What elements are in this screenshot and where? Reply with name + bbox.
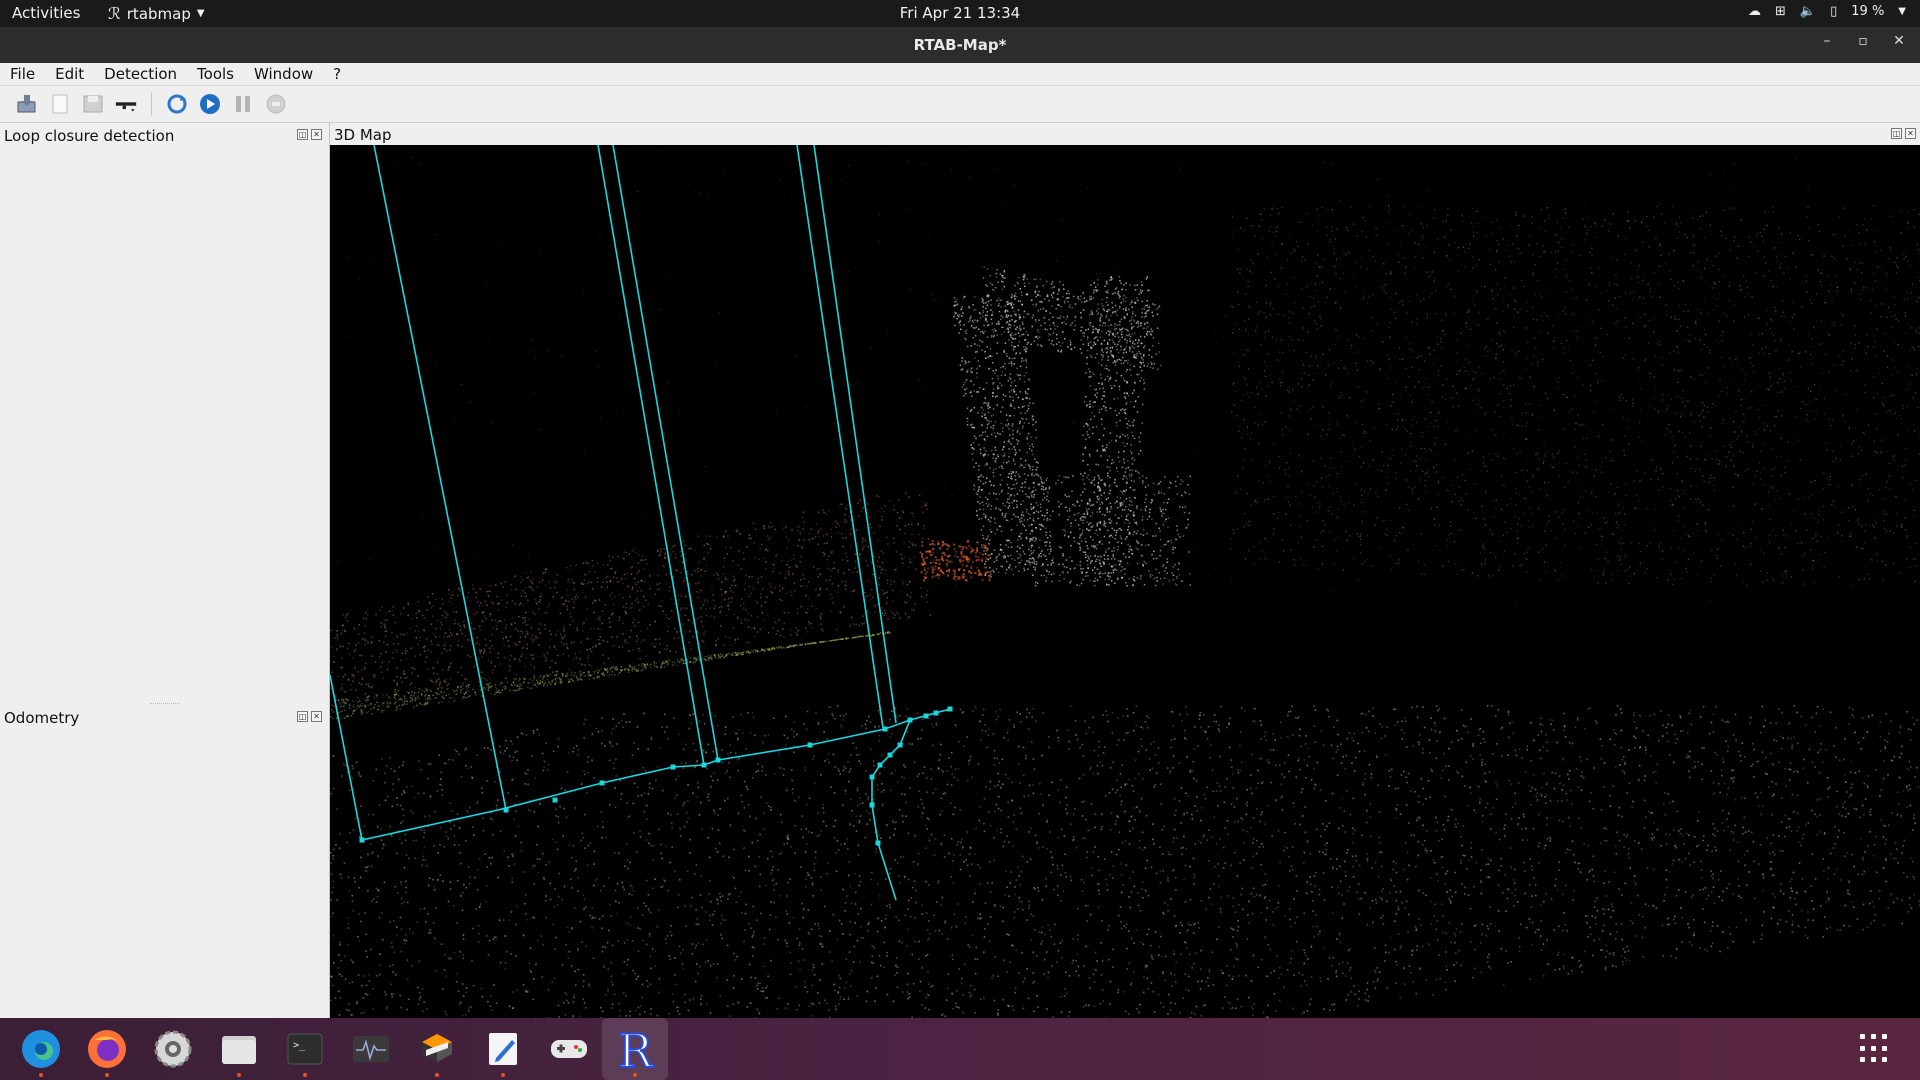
minimize-button[interactable]: – bbox=[1818, 33, 1836, 49]
trajectory-node bbox=[359, 837, 365, 843]
rtabmap-app[interactable]: R bbox=[602, 1018, 668, 1080]
cloud-icon: ☁ bbox=[1748, 4, 1762, 19]
trajectory bbox=[330, 145, 951, 901]
window-titlebar[interactable]: RTAB-Map* – ▫ ✕ bbox=[0, 27, 1920, 63]
toolbar bbox=[0, 86, 1920, 123]
gamepad-icon bbox=[551, 1040, 587, 1058]
app-menu[interactable]: ℛ rtabmap ▼ bbox=[108, 4, 205, 23]
loop-closure-dock-title: Loop closure detection bbox=[4, 127, 175, 145]
top-bar: Activities ℛ rtabmap ▼ Fri Apr 21 13:34 … bbox=[0, 0, 1920, 27]
close-dock-button[interactable]: ✕ bbox=[311, 711, 322, 722]
show-applications-icon[interactable] bbox=[1860, 1034, 1890, 1064]
trajectory-node bbox=[907, 717, 913, 723]
close-dock-button[interactable]: ✕ bbox=[311, 129, 322, 140]
loop-closure-view bbox=[0, 147, 329, 707]
trajectory-node bbox=[503, 807, 509, 813]
folder-icon bbox=[222, 1036, 256, 1064]
start-icon[interactable] bbox=[199, 93, 221, 115]
toolbar-separator bbox=[151, 92, 152, 116]
rtabmap-icon: R bbox=[617, 1025, 655, 1073]
chevron-down-icon: ▼ bbox=[196, 8, 205, 19]
save-icon[interactable] bbox=[82, 93, 104, 115]
float-dock-button[interactable]: ◫ bbox=[1891, 128, 1902, 139]
trajectory-node bbox=[897, 742, 903, 748]
loop-closure-dock-header[interactable]: Loop closure detection ◫ ✕ bbox=[0, 125, 330, 145]
map-dock: 3D Map ◫ ✕ bbox=[330, 123, 1920, 1018]
refresh-icon[interactable] bbox=[166, 93, 188, 115]
left-dock-area: Loop closure detection ◫ ✕ Odometry ◫ ✕ bbox=[0, 123, 330, 1018]
menu-file[interactable]: File bbox=[0, 63, 45, 85]
odometry-dock-header[interactable]: Odometry ◫ ✕ bbox=[0, 707, 330, 727]
volume-icon: 🔈 bbox=[1799, 4, 1817, 19]
activities-button[interactable]: Activities bbox=[12, 4, 80, 22]
sublime-icon bbox=[422, 1034, 452, 1062]
edge-app[interactable] bbox=[8, 1018, 74, 1080]
trajectory-node bbox=[807, 742, 813, 748]
close-dock-button[interactable]: ✕ bbox=[1905, 128, 1916, 139]
menu-window[interactable]: Window bbox=[244, 63, 323, 85]
window-title: RTAB-Map* bbox=[913, 36, 1007, 54]
network-icon: ⊞ bbox=[1775, 4, 1786, 19]
system-tray[interactable]: ☁ ⊞ 🔈 ▯ 19 % ▼ bbox=[1748, 4, 1906, 19]
float-dock-button[interactable]: ◫ bbox=[297, 129, 308, 140]
3d-map-viewport[interactable] bbox=[330, 145, 1920, 1018]
settings-app[interactable] bbox=[140, 1018, 206, 1080]
rtabmap-app-icon: ℛ bbox=[108, 4, 121, 23]
games-app[interactable] bbox=[536, 1018, 602, 1080]
trajectory-node bbox=[869, 774, 875, 780]
trajectory-node bbox=[869, 802, 875, 808]
taskbar-dock: >_ R bbox=[0, 1018, 1920, 1080]
point-cloud bbox=[330, 145, 1920, 1018]
system-monitor-app[interactable] bbox=[338, 1018, 404, 1080]
maximize-button[interactable]: ▫ bbox=[1854, 33, 1872, 49]
terminal-icon: >_ bbox=[287, 1033, 323, 1065]
trajectory-node bbox=[877, 762, 883, 768]
app-menu-label: rtabmap bbox=[126, 4, 191, 23]
dock-splitter[interactable] bbox=[150, 703, 180, 705]
close-button[interactable]: ✕ bbox=[1890, 33, 1908, 49]
trajectory-node bbox=[670, 764, 676, 770]
terminal-app[interactable]: >_ bbox=[272, 1018, 338, 1080]
menu-help[interactable]: ? bbox=[323, 63, 351, 85]
system-monitor-icon bbox=[353, 1036, 389, 1062]
menu-bar: File Edit Detection Tools Window ? bbox=[0, 63, 1920, 86]
edge-icon bbox=[22, 1030, 60, 1068]
stop-icon[interactable] bbox=[265, 93, 287, 115]
new-database-icon[interactable] bbox=[49, 93, 71, 115]
clock[interactable]: Fri Apr 21 13:34 bbox=[0, 4, 1920, 22]
trajectory-node bbox=[715, 757, 721, 763]
open-database-icon[interactable] bbox=[16, 93, 38, 115]
battery-icon: ▯ bbox=[1830, 4, 1838, 19]
pause-icon[interactable] bbox=[232, 93, 254, 115]
text-editor-app[interactable] bbox=[470, 1018, 536, 1080]
chevron-down-icon: ▼ bbox=[1898, 6, 1906, 17]
trajectory-node bbox=[933, 710, 939, 716]
firefox-app[interactable] bbox=[74, 1018, 140, 1080]
trajectory-node bbox=[882, 726, 888, 732]
trajectory-node bbox=[887, 752, 893, 758]
files-app[interactable] bbox=[206, 1018, 272, 1080]
gear-icon bbox=[154, 1030, 192, 1068]
trajectory-node bbox=[701, 762, 707, 768]
battery-percent: 19 % bbox=[1851, 4, 1885, 19]
trigger-icon[interactable] bbox=[115, 93, 137, 115]
firefox-icon bbox=[88, 1030, 126, 1068]
menu-detection[interactable]: Detection bbox=[94, 63, 187, 85]
float-dock-button[interactable]: ◫ bbox=[297, 711, 308, 722]
odometry-view bbox=[0, 729, 329, 1017]
trajectory-node bbox=[875, 840, 881, 846]
map-dock-title: 3D Map bbox=[334, 126, 392, 144]
odometry-dock-title: Odometry bbox=[4, 709, 80, 727]
trajectory-node bbox=[599, 780, 605, 786]
trajectory-node bbox=[947, 706, 953, 712]
trajectory-node bbox=[552, 797, 558, 803]
map-dock-header[interactable]: 3D Map ◫ ✕ bbox=[330, 123, 1920, 145]
text-editor-icon bbox=[489, 1033, 517, 1065]
menu-edit[interactable]: Edit bbox=[45, 63, 94, 85]
trajectory-node bbox=[923, 713, 929, 719]
sublime-app[interactable] bbox=[404, 1018, 470, 1080]
menu-tools[interactable]: Tools bbox=[187, 63, 244, 85]
